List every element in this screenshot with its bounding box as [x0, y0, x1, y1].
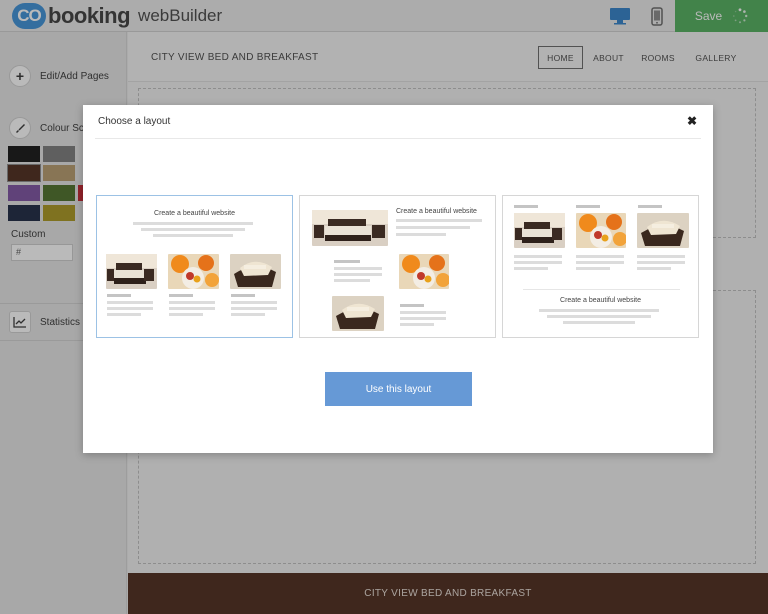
- placeholder-line: [107, 301, 153, 304]
- placeholder-line: [637, 261, 685, 264]
- placeholder-line: [133, 222, 253, 225]
- placeholder-line: [169, 307, 215, 310]
- placeholder-line: [107, 313, 141, 316]
- placeholder-line: [169, 301, 215, 304]
- close-icon[interactable]: ✖: [687, 114, 697, 128]
- placeholder-line: [539, 309, 659, 312]
- placeholder-line: [400, 304, 424, 307]
- bedroom-image: [514, 213, 565, 248]
- placeholder-line: [637, 255, 685, 258]
- placeholder-line: [514, 261, 562, 264]
- placeholder-line: [576, 255, 624, 258]
- choose-layout-modal: Choose a layout ✖ Create a beautiful web…: [83, 105, 713, 453]
- placeholder-line: [637, 267, 671, 270]
- placeholder-line: [107, 294, 131, 297]
- placeholder-line: [153, 234, 233, 237]
- placeholder-line: [396, 219, 482, 222]
- placeholder-line: [231, 313, 265, 316]
- placeholder-line: [231, 294, 255, 297]
- placeholder-line: [141, 228, 245, 231]
- placeholder-line: [547, 315, 651, 318]
- placeholder-line: [576, 267, 610, 270]
- bedroom-image: [312, 210, 388, 246]
- placeholder-line: [231, 307, 277, 310]
- use-layout-button[interactable]: Use this layout: [325, 372, 472, 406]
- basket-image: [332, 296, 384, 331]
- placeholder-line: [231, 301, 277, 304]
- placeholder-line: [334, 273, 382, 276]
- placeholder-line: [334, 279, 370, 282]
- placeholder-line: [400, 311, 446, 314]
- modal-title: Choose a layout: [98, 116, 171, 127]
- layout-caption: Create a beautiful website: [560, 297, 641, 304]
- layout-caption: Create a beautiful website: [154, 210, 235, 217]
- placeholder-line: [576, 205, 600, 208]
- breakfast-image: [168, 254, 219, 289]
- basket-image: [637, 213, 689, 248]
- layout-caption: Create a beautiful website: [396, 208, 477, 215]
- layout-option-3[interactable]: Create a beautiful website: [502, 195, 699, 338]
- placeholder-line: [396, 226, 470, 229]
- placeholder-line: [107, 307, 153, 310]
- basket-image: [230, 254, 281, 289]
- layout-option-1[interactable]: Create a beautiful website: [96, 195, 293, 338]
- placeholder-line: [400, 317, 446, 320]
- divider: [95, 138, 701, 139]
- divider: [523, 289, 680, 290]
- placeholder-line: [396, 233, 446, 236]
- placeholder-line: [514, 255, 562, 258]
- placeholder-line: [169, 294, 193, 297]
- placeholder-line: [638, 205, 662, 208]
- placeholder-line: [514, 205, 538, 208]
- placeholder-line: [400, 323, 434, 326]
- placeholder-line: [334, 260, 360, 263]
- breakfast-image: [576, 213, 626, 248]
- bedroom-image: [106, 254, 157, 289]
- placeholder-line: [563, 321, 635, 324]
- breakfast-image: [399, 254, 449, 289]
- placeholder-line: [334, 267, 382, 270]
- placeholder-line: [576, 261, 624, 264]
- placeholder-line: [514, 267, 548, 270]
- placeholder-line: [169, 313, 203, 316]
- layout-option-2[interactable]: Create a beautiful website: [299, 195, 496, 338]
